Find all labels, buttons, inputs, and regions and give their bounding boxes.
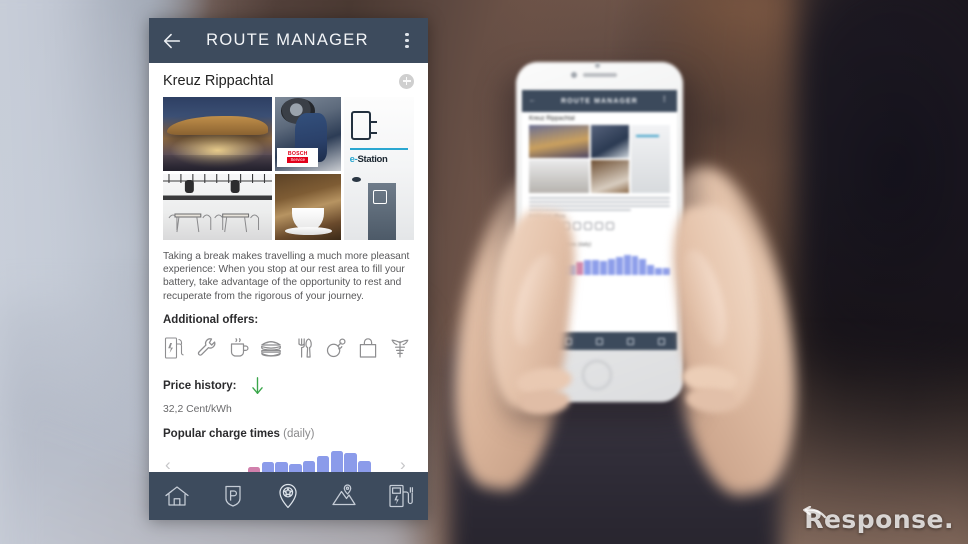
- price-value: 32,2 Cent/kWh: [163, 403, 232, 415]
- poi-name: Kreuz Rippachtal: [163, 73, 274, 89]
- price-history-label: Price history:: [163, 379, 237, 392]
- coffee-saucer: [284, 226, 332, 235]
- coffee-photo[interactable]: [275, 174, 341, 240]
- e-station-rule: [349, 148, 409, 151]
- chart-bar[interactable]: [302, 461, 316, 472]
- phone-chart-bar: [663, 267, 671, 275]
- e-station-cable: [352, 177, 362, 183]
- nav-home-button[interactable]: [162, 481, 192, 511]
- phone-poi-name: Kreuz Rippachtal: [529, 116, 575, 122]
- phone-home-button: [582, 360, 612, 390]
- offers-heading: Additional offers:: [163, 313, 259, 326]
- phone-gallery-photo-2: [590, 125, 630, 158]
- e-station-suffix: Station: [357, 154, 388, 166]
- map-icon: [332, 484, 356, 506]
- terrace-photo[interactable]: [163, 174, 273, 240]
- phone-chart-bar: [631, 255, 639, 275]
- charge-times-title: Popular charge times: [163, 427, 284, 440]
- phone-front-camera-icon: [571, 72, 577, 78]
- person-holding-phone: ROUTE MANAGER ← ⋮ Kreuz Rippachtal Addit…: [430, 0, 850, 544]
- photo-gallery: BOSCH Service e-Station: [163, 97, 414, 240]
- phone-chart-bar: [584, 259, 592, 275]
- menu-dot-3: [405, 45, 409, 49]
- coffee-cup-icon[interactable]: [227, 335, 251, 361]
- phone-chart-bar: [655, 267, 663, 275]
- phone-chart-bar: [576, 261, 584, 275]
- poi-title-row: Kreuz Rippachtal: [163, 63, 414, 97]
- charge-times-chart: ‹ ›: [163, 447, 414, 472]
- phone-chart-bar: [607, 259, 615, 275]
- bosch-logo: BOSCH Service: [277, 147, 319, 167]
- nav-favorites-button[interactable]: [273, 481, 303, 511]
- favorite-pin-icon: [279, 483, 298, 509]
- phone-chart-bar: [623, 254, 631, 275]
- phone-app-title: ROUTE MANAGER: [561, 97, 638, 105]
- phone-earpiece: [583, 73, 617, 77]
- charge-times-heading: Popular charge times (daily): [163, 428, 414, 440]
- phone-app-header: ROUTE MANAGER ← ⋮: [522, 90, 677, 112]
- arrow-down-icon: [251, 376, 263, 394]
- phone-menu-icon: ⋮: [660, 96, 669, 103]
- phone-proximity-sensor: [595, 63, 600, 68]
- chart-bar[interactable]: [344, 453, 357, 472]
- nav-charging-button[interactable]: [385, 481, 415, 511]
- poi-description: Taking a break makes travelling a much m…: [163, 251, 410, 302]
- e-station-wordmark: e-Station: [350, 154, 388, 165]
- caduceus-icon[interactable]: [388, 335, 412, 361]
- phone-chart-bar: [647, 265, 655, 275]
- curved-arrow-icon: [803, 506, 827, 519]
- charging-station-nav-icon: [389, 484, 414, 508]
- cutlery-icon[interactable]: [292, 335, 316, 361]
- chart-bar[interactable]: [358, 461, 371, 472]
- menu-dot-1: [405, 32, 409, 36]
- app-screenshot-overlay: ROUTE MANAGER Kreuz Rippachtal BOSCH Ser…: [149, 18, 428, 520]
- phone-back-icon: ←: [529, 97, 538, 104]
- rest-area-photo[interactable]: [163, 97, 273, 171]
- charge-times-subtitle: (daily): [283, 427, 315, 440]
- watermark: Response.: [803, 505, 954, 534]
- nav-parking-button[interactable]: [218, 481, 248, 511]
- parking-icon: [225, 485, 241, 507]
- burger-icon[interactable]: [259, 335, 283, 361]
- phone-chart-bar: [615, 256, 623, 275]
- menu-dot-2: [405, 38, 409, 43]
- chart-bar[interactable]: [330, 450, 343, 472]
- chart-bar[interactable]: [261, 462, 274, 472]
- e-station-photo[interactable]: e-Station: [344, 97, 414, 240]
- phone-gallery: [529, 125, 670, 193]
- add-circle-icon[interactable]: [399, 73, 414, 89]
- overflow-menu-button[interactable]: [398, 30, 416, 52]
- page-title: ROUTE MANAGER: [206, 31, 369, 49]
- phone-description: [529, 197, 670, 211]
- app-header: ROUTE MANAGER: [149, 18, 428, 63]
- price-history-row: Price history:: [163, 376, 414, 396]
- bosch-service-photo[interactable]: BOSCH Service: [275, 97, 341, 171]
- home-icon: [165, 486, 189, 506]
- charging-station-icon[interactable]: [163, 335, 187, 361]
- terrace-illustration: [163, 174, 273, 233]
- bottom-navigation: [149, 472, 428, 520]
- phone-gallery-photo-1: [529, 125, 589, 158]
- chart-bars: [165, 447, 412, 472]
- phone-chart-bar: [592, 259, 600, 275]
- pacifier-icon[interactable]: [324, 335, 348, 361]
- chart-bar[interactable]: [316, 455, 330, 472]
- phone-gallery-photo-4: [529, 160, 589, 193]
- offers-list: [163, 335, 414, 361]
- wrench-icon[interactable]: [195, 335, 219, 361]
- plug-icon: [351, 111, 377, 140]
- chart-bar[interactable]: [275, 462, 288, 472]
- phone-gallery-photo-5: [590, 160, 630, 193]
- app-content: Kreuz Rippachtal BOSCH Service e-Station: [149, 63, 428, 472]
- bosch-service-label: Service: [287, 157, 309, 163]
- shopping-bag-icon[interactable]: [356, 335, 380, 361]
- phone-chart-bar: [600, 260, 607, 275]
- phone-chart-bar: [639, 259, 647, 275]
- phone-gallery-photo-3: [631, 125, 670, 193]
- chart-bar[interactable]: [289, 464, 302, 472]
- nav-map-button[interactable]: [329, 481, 359, 511]
- charging-post: [367, 182, 396, 240]
